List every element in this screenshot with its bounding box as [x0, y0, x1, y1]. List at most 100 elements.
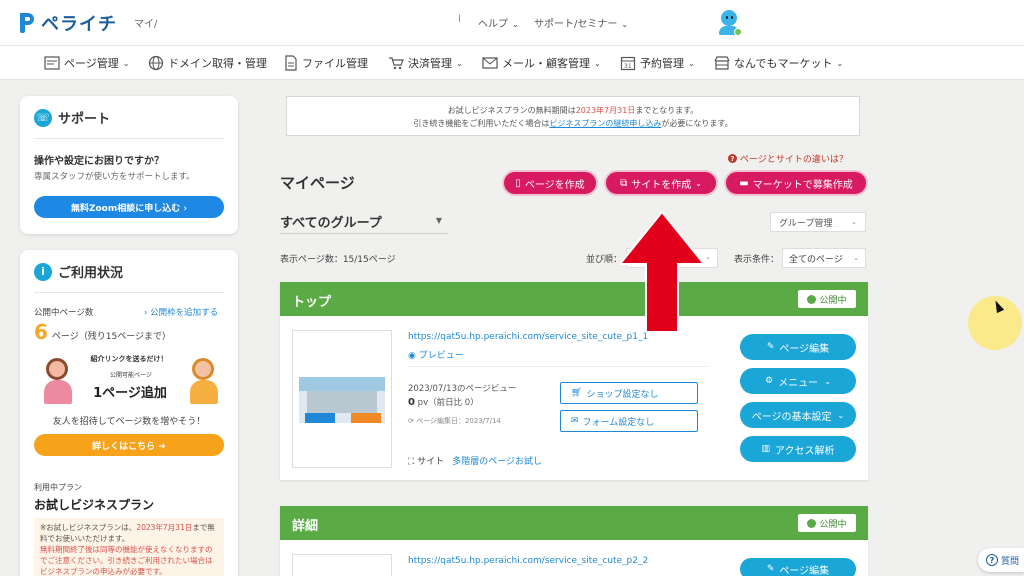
page-url-link[interactable]: https://qat5u.hp.peraichi.com/service_si…	[408, 332, 648, 342]
top-mypage-link[interactable]: マイ/	[134, 15, 157, 30]
nav-payment[interactable]: 決済管理 ⌄	[388, 55, 463, 71]
chevron-down-icon: ⌄	[456, 58, 463, 68]
help-menu[interactable]: ヘルプ ⌄	[478, 15, 519, 30]
filter-select[interactable]: 全てのページ ⌄	[782, 248, 866, 268]
red-arrow-annotation-icon	[620, 212, 704, 333]
chevron-down-icon: ⌄	[621, 20, 629, 29]
details-button[interactable]: 詳しくはこちら ➜	[34, 434, 224, 456]
mail-icon: ✉	[571, 416, 579, 426]
analytics-button[interactable]: ▥ アクセス解析	[740, 436, 856, 462]
page-url-link[interactable]: https://qat5u.hp.peraichi.com/service_si…	[408, 556, 648, 566]
main-nav: ページ管理 ⌄ ドメイン取得・管理 ファイル管理 決済管理 ⌄ メール・顧客管理 ⌄ …	[0, 46, 1024, 80]
promo-headline: 1ページ追加	[93, 386, 167, 401]
group-management-label: グループ管理	[779, 218, 833, 229]
support-title: サポート	[58, 112, 111, 127]
chevron-down-icon: ⌄	[837, 410, 845, 420]
site-info: ⛶ サイト 多階層のページお試し	[408, 454, 542, 467]
plan-label: 利用中プラン	[34, 483, 82, 492]
pencil-icon: ✎	[766, 564, 775, 574]
promo-bubble: 紹介リンクを送るだけ！	[90, 355, 168, 363]
published-count-number: 6	[34, 320, 48, 344]
status-label: 公開中	[819, 519, 847, 530]
page-count-text: 表示ページ数：15/15ページ	[280, 255, 396, 265]
chevron-down-icon: ⌄	[512, 20, 519, 29]
support-label: サポート/セミナー	[534, 19, 618, 30]
basic-settings-button[interactable]: ページの基本設定 ⌄	[740, 402, 856, 428]
nav-page-management[interactable]: ページ管理 ⌄	[44, 55, 129, 71]
globe-icon	[807, 518, 817, 528]
pageview-date-label: 2023/07/13のページビュー	[408, 384, 517, 394]
chevron-down-icon: ⌄	[824, 376, 831, 386]
site-name-link[interactable]: 多階層のページお試し	[452, 457, 542, 467]
eye-icon: ◉	[408, 351, 419, 361]
page-thumbnail[interactable]	[292, 554, 392, 576]
svg-text:31: 31	[624, 63, 632, 70]
nav-reservation[interactable]: 31 予約管理 ⌄	[620, 55, 695, 71]
create-page-label: ページを作成	[524, 179, 585, 191]
status-badge[interactable]: 公開中	[798, 514, 856, 532]
new-page-icon: ▯	[515, 177, 521, 189]
edited-label: ページ編集日：2023/7/14	[416, 417, 501, 425]
nav-file-management[interactable]: ファイル管理	[284, 55, 368, 71]
nav-label: メール・顧客管理	[502, 57, 590, 70]
preview-link[interactable]: ◉ プレビュー	[408, 348, 464, 361]
user-avatar[interactable]	[716, 10, 742, 36]
chevron-down-icon: ⌄	[688, 58, 695, 68]
create-site-label: サイトを作成	[631, 179, 692, 191]
page-card-title: トップ	[292, 295, 332, 310]
shop-settings-button[interactable]: 🛒︎ ショップ設定なし	[560, 382, 698, 404]
peraichi-logo[interactable]: ペライチ	[18, 10, 117, 36]
referral-banner[interactable]: 紹介リンクを送るだけ！ 公開可能ページ 1ページ追加	[38, 352, 222, 410]
create-page-button[interactable]: ▯ ページを作成	[502, 170, 598, 196]
menu-label: メニュー	[778, 377, 819, 389]
nav-label: ドメイン取得・管理	[168, 57, 267, 70]
page-thumbnail[interactable]	[292, 330, 392, 468]
chevron-down-icon: ⌄	[853, 254, 859, 262]
trial-notice: お試しビジネスプランの無料期間は2023年7月31日までとなります。 引き続き機…	[286, 96, 860, 136]
group-select-value: すべてのグループ	[280, 216, 382, 231]
nav-mail-customer[interactable]: メール・顧客管理 ⌄	[482, 55, 601, 71]
group-management-dropdown[interactable]: グループ管理 ⌄	[770, 212, 866, 232]
plan-note-date: 2023年7月31日	[136, 523, 193, 532]
group-select[interactable]: すべてのグループ ▼	[280, 212, 448, 234]
mail-icon	[482, 57, 498, 69]
market-recruit-button[interactable]: ▬ マーケットで募集作成	[724, 170, 868, 196]
form-settings-button[interactable]: ✉ フォーム設定なし	[560, 410, 698, 432]
plan-note-warning: 無料期間終了後は同等の機能が使えなくなりますのでご注意ください。引き続きご利用さ…	[40, 545, 213, 576]
help-chat-button[interactable]: ? 質問	[978, 548, 1024, 572]
notice-line-2: 引き続き機能をご利用いただく場合はビジネスプランの継続申し込みが必要になります。	[287, 118, 859, 129]
logo-mark-icon	[18, 11, 36, 35]
basic-settings-label: ページの基本設定	[751, 411, 832, 423]
continue-plan-link[interactable]: ビジネスプランの継続申し込み	[549, 119, 661, 128]
pv-number: 0	[408, 397, 415, 408]
question-icon: ?	[986, 554, 998, 566]
usage-heading: i ご利用状況	[34, 262, 123, 281]
divider	[34, 138, 224, 139]
nav-market[interactable]: なんでもマーケット ⌄	[714, 55, 843, 71]
analytics-label: アクセス解析	[775, 445, 835, 457]
status-label: 公開中	[819, 295, 847, 306]
form-settings-label: フォーム設定なし	[582, 417, 655, 428]
add-slot-link[interactable]: › 公開枠を追加する	[144, 306, 218, 318]
menu-button[interactable]: ⚙ メニュー ⌄	[740, 368, 856, 394]
filter-value: 全てのページ	[789, 254, 843, 265]
page-edit-button[interactable]: ✎ ページ編集	[740, 334, 856, 360]
published-pages-label: 公開中ページ数	[34, 308, 94, 318]
support-seminar-menu[interactable]: サポート/セミナー ⌄	[534, 15, 628, 30]
page-edit-label: ページ編集	[779, 343, 830, 355]
page-edit-button[interactable]: ✎ ページ編集	[740, 558, 856, 576]
chevron-down-icon: ⌄	[594, 58, 601, 68]
invite-text: 友人を招待してページ数を増やそう！	[52, 417, 206, 427]
page-edit-label: ページ編集	[779, 565, 830, 576]
support-card: ☏ サポート 操作や設定にお困りですか？ 専属スタッフが使い方をサポートします。…	[20, 96, 238, 234]
status-badge[interactable]: 公開中	[798, 290, 856, 308]
plan-note: ※お試しビジネスプランは、2023年7月31日まで無料でお使いいただけます。 無…	[34, 518, 224, 576]
diff-link-label: ページとサイトの違いは？	[740, 155, 848, 165]
create-site-button[interactable]: ⧉ サイトを作成 ⌄	[604, 170, 718, 196]
pv-unit: pv（前日比 0）	[417, 398, 479, 408]
zoom-consult-button[interactable]: 無料Zoom相談に申し込む ›	[34, 196, 224, 218]
info-icon: i	[34, 262, 52, 281]
page-site-difference-link[interactable]: ? ページとサイトの違いは？	[728, 152, 848, 165]
shop-settings-label: ショップ設定なし	[586, 389, 659, 400]
nav-domain[interactable]: ドメイン取得・管理	[148, 55, 267, 71]
